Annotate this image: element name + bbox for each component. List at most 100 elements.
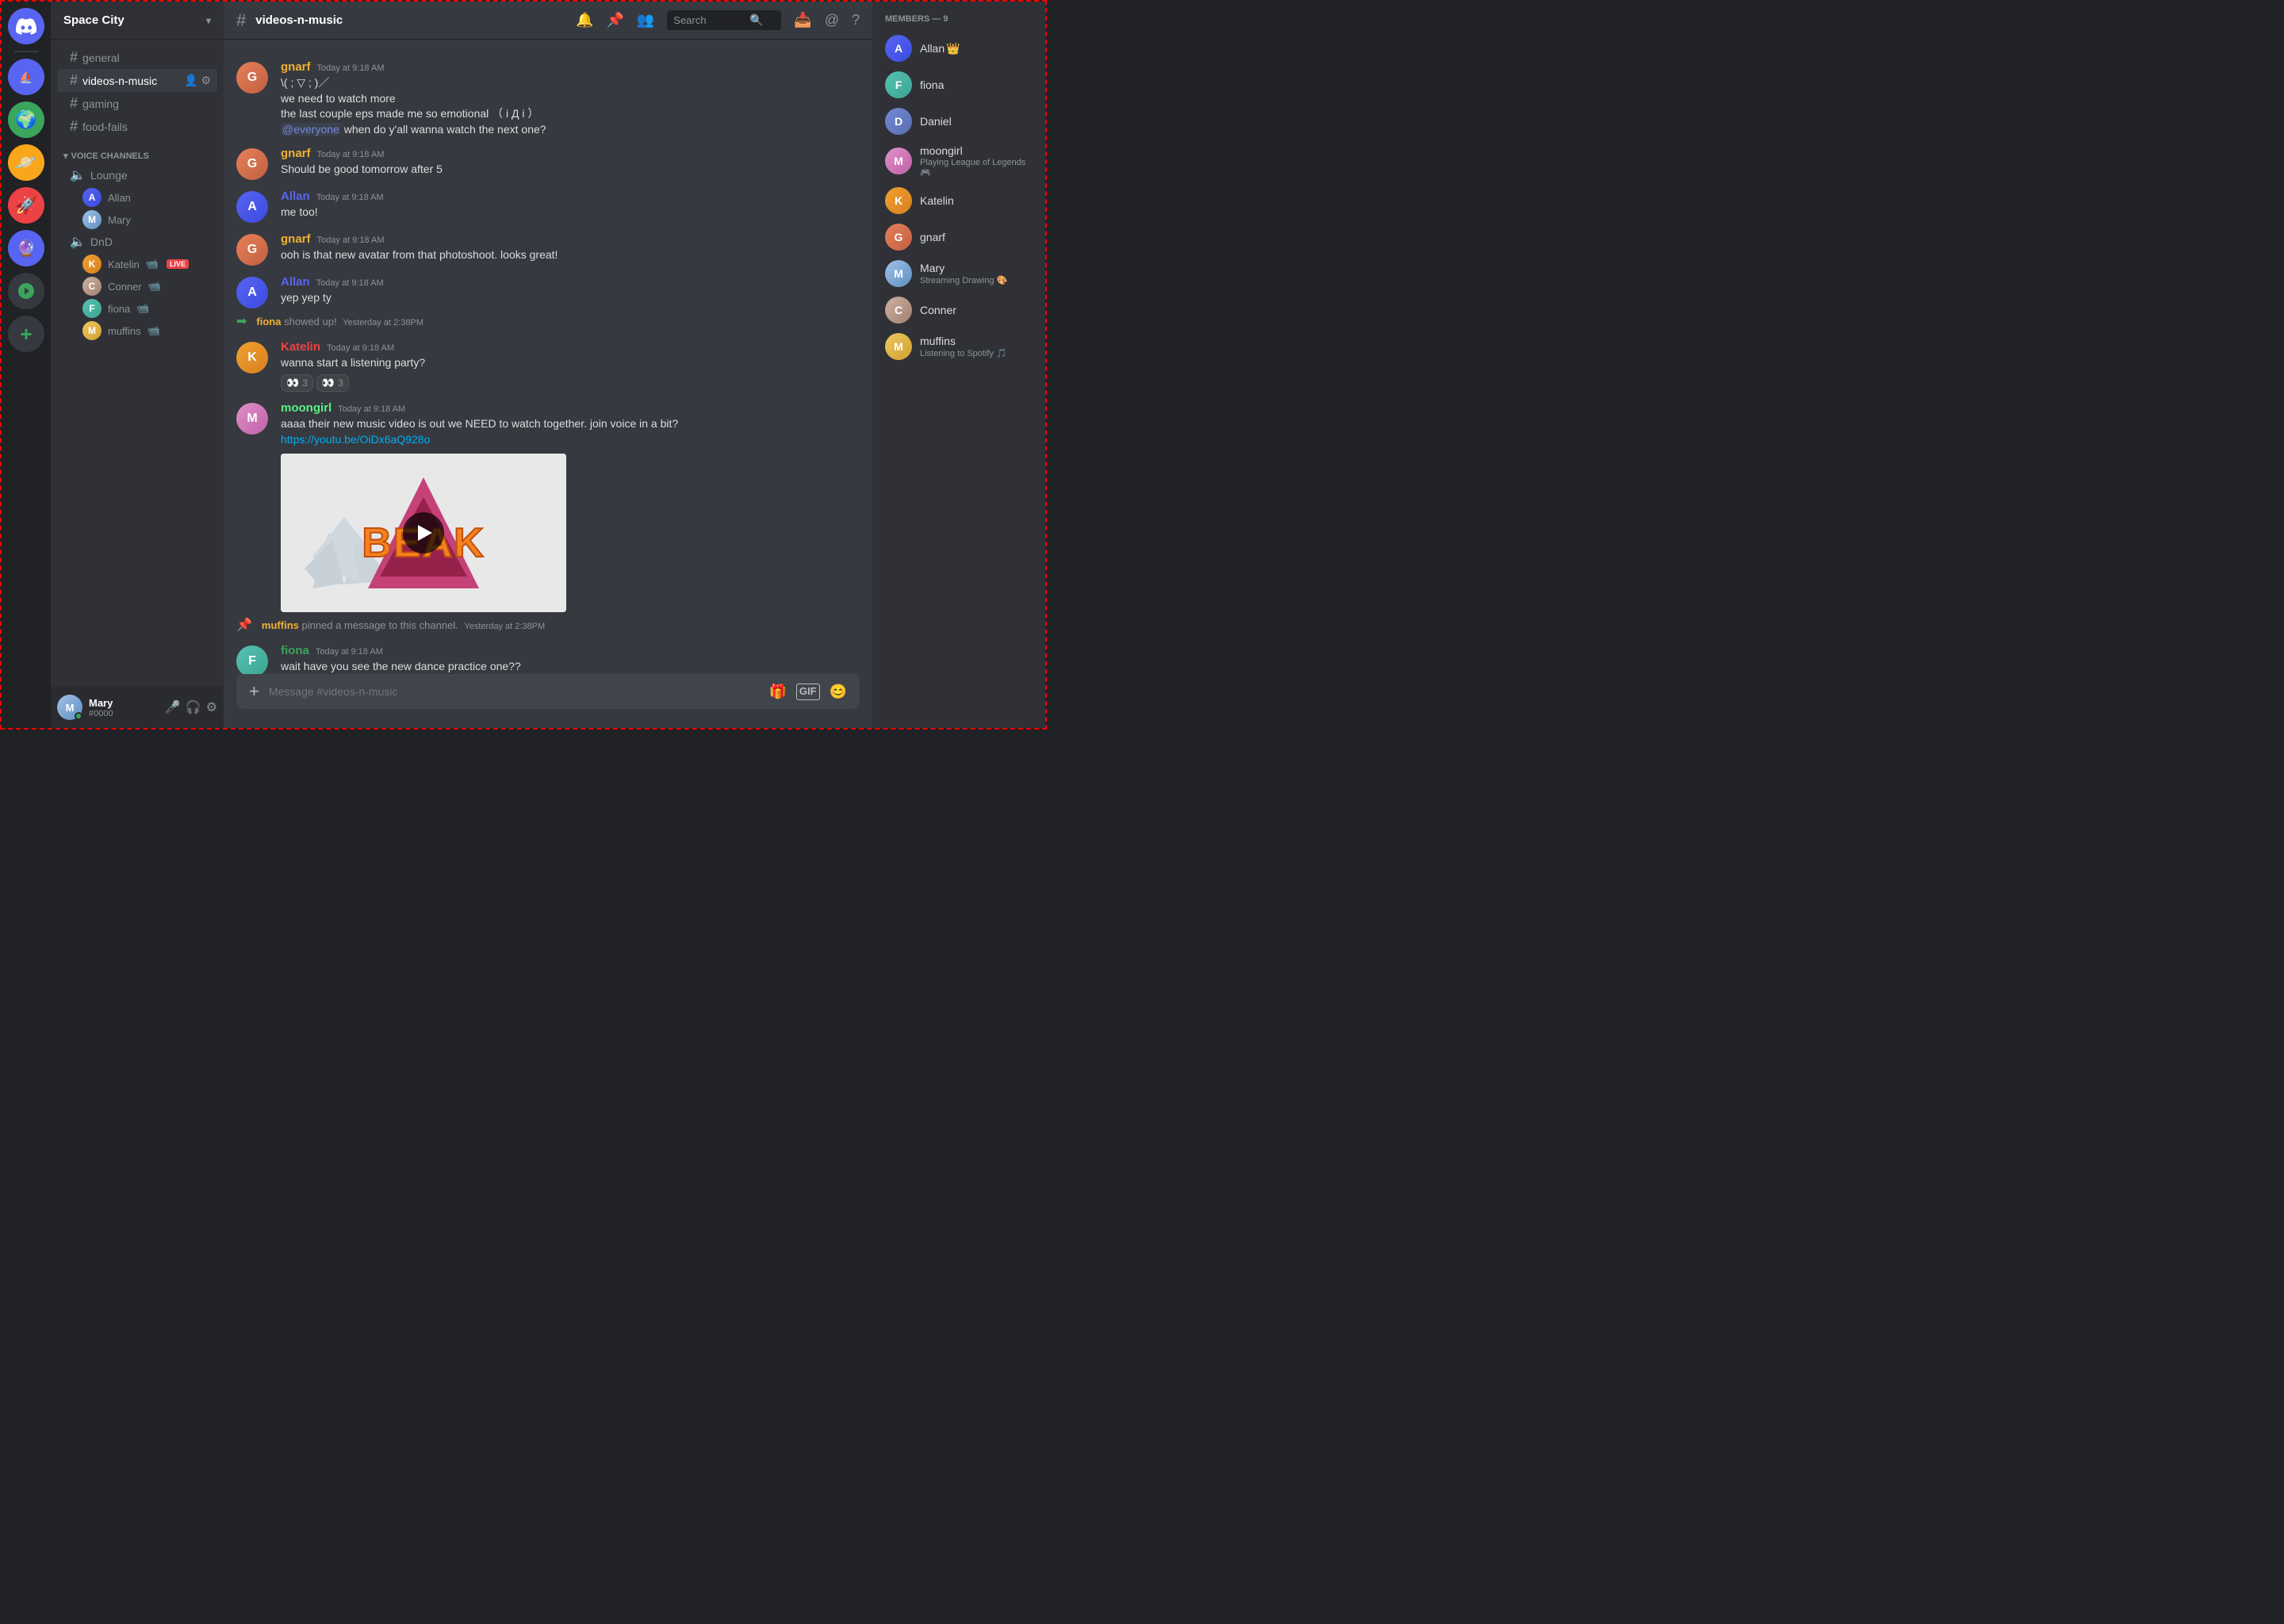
search-box[interactable]: 🔍 bbox=[667, 10, 781, 30]
voice-user-conner[interactable]: C Conner 📹 bbox=[57, 275, 217, 297]
message-header-moongirl-1: moongirl Today at 9:18 AM bbox=[281, 401, 860, 415]
voice-category-header[interactable]: ▾ VOICE CHANNELS bbox=[51, 138, 224, 164]
emoji-icon[interactable]: 😊 bbox=[830, 684, 847, 700]
message-text-allan-2: yep yep ty bbox=[281, 290, 860, 306]
mic-button[interactable]: 🎤 bbox=[165, 699, 181, 715]
members-icon[interactable]: 👥 bbox=[637, 12, 654, 29]
gift-icon[interactable]: 🎁 bbox=[768, 684, 786, 700]
system-message-text: fiona showed up! Yesterday at 2:38PM bbox=[256, 316, 423, 327]
channel-item-videos-n-music[interactable]: # videos-n-music 👤 ⚙ bbox=[57, 69, 217, 92]
member-info-moongirl: moongirl Playing League of Legends 🎮 bbox=[920, 144, 1033, 178]
headphones-button[interactable]: 🎧 bbox=[186, 699, 201, 715]
member-item-mary[interactable]: M Mary Streaming Drawing 🎨 bbox=[879, 255, 1039, 292]
server-icon-5[interactable]: 🔮 bbox=[8, 230, 44, 266]
message-text-gnarf-2a: Should be good tomorrow after 5 bbox=[281, 162, 860, 178]
reaction-eyes-1[interactable]: 👀 3 bbox=[281, 374, 313, 392]
message-author-fiona-1[interactable]: fiona bbox=[281, 644, 309, 657]
member-avatar-allan: A bbox=[885, 35, 912, 62]
message-text-gnarf-1b: we need to watch more bbox=[281, 91, 860, 107]
member-item-fiona[interactable]: F fiona bbox=[879, 67, 1039, 103]
member-item-gnarf[interactable]: G gnarf bbox=[879, 219, 1039, 255]
avatar-gnarf-2: G bbox=[236, 148, 268, 180]
add-attachment-button[interactable]: + bbox=[249, 681, 259, 702]
message-author-moongirl-1[interactable]: moongirl bbox=[281, 401, 331, 415]
video-link[interactable]: https://youtu.be/OiDx6aQ928o bbox=[281, 433, 430, 446]
channel-item-gaming[interactable]: # gaming bbox=[57, 92, 217, 115]
message-timestamp-gnarf-1: Today at 9:18 AM bbox=[317, 63, 385, 73]
member-item-katelin[interactable]: K Katelin bbox=[879, 182, 1039, 219]
inbox-icon[interactable]: 📥 bbox=[794, 12, 811, 29]
message-author-allan-2[interactable]: Allan bbox=[281, 275, 310, 289]
message-author-allan-1[interactable]: Allan bbox=[281, 190, 310, 203]
chat-input[interactable] bbox=[269, 685, 760, 698]
channel-item-food-fails[interactable]: # food-fails bbox=[57, 115, 217, 138]
message-header-gnarf-1: gnarf Today at 9:18 AM bbox=[281, 60, 860, 74]
discord-home-button[interactable] bbox=[8, 8, 44, 44]
message-author-gnarf-3[interactable]: gnarf bbox=[281, 232, 311, 246]
message-header-gnarf-2: gnarf Today at 9:18 AM bbox=[281, 147, 860, 160]
member-status-mary: Streaming Drawing 🎨 bbox=[920, 275, 1007, 285]
help-icon[interactable]: ? bbox=[852, 12, 860, 29]
system-user-fiona[interactable]: fiona bbox=[256, 316, 281, 327]
settings-icon-channel[interactable]: ⚙ bbox=[201, 74, 211, 87]
voice-user-allan[interactable]: A Allan bbox=[57, 186, 217, 209]
avatar-katelin-voice: K bbox=[82, 255, 102, 274]
speaker-icon-dnd: 🔈 bbox=[70, 234, 86, 250]
message-author-katelin-1[interactable]: Katelin bbox=[281, 340, 320, 354]
message-text-allan-1: me too! bbox=[281, 205, 860, 220]
message-author-gnarf-2[interactable]: gnarf bbox=[281, 147, 311, 160]
server-icon-1[interactable]: ⛵ bbox=[8, 59, 44, 95]
member-info-daniel: Daniel bbox=[920, 115, 952, 128]
add-server-button[interactable]: + bbox=[8, 316, 44, 352]
avatar-fiona-1: F bbox=[236, 645, 268, 674]
message-author-gnarf-1[interactable]: gnarf bbox=[281, 60, 311, 74]
server-divider bbox=[13, 51, 39, 52]
voice-user-katelin[interactable]: K Katelin 📹 LIVE bbox=[57, 253, 217, 275]
server-icon-4[interactable]: 🚀 bbox=[8, 187, 44, 224]
server-header[interactable]: Space City ▾ bbox=[51, 2, 224, 40]
message-content-allan-1: Allan Today at 9:18 AM me too! bbox=[281, 190, 860, 223]
explore-button[interactable] bbox=[8, 273, 44, 309]
member-name-katelin: Katelin bbox=[920, 194, 954, 207]
play-button[interactable] bbox=[403, 512, 444, 553]
system-user-muffins[interactable]: muffins bbox=[262, 619, 299, 631]
voice-user-fiona[interactable]: F fiona 📹 bbox=[57, 297, 217, 320]
member-item-muffins[interactable]: M muffins Listening to Spotify 🎵 bbox=[879, 328, 1039, 365]
bell-icon[interactable]: 🔔 bbox=[576, 12, 593, 29]
speaker-icon-lounge: 🔈 bbox=[70, 167, 86, 183]
system-pin-text: muffins pinned a message to this channel… bbox=[262, 619, 545, 631]
system-timestamp-fiona: Yesterday at 2:38PM bbox=[343, 318, 423, 327]
voice-user-muffins[interactable]: M muffins 📹 bbox=[57, 320, 217, 342]
server-icon-3[interactable]: 🪐 bbox=[8, 144, 44, 181]
member-item-allan[interactable]: A Allan 👑 bbox=[879, 30, 1039, 67]
server-icon-2[interactable]: 🌍 bbox=[8, 102, 44, 138]
member-item-daniel[interactable]: D Daniel bbox=[879, 103, 1039, 140]
voice-channel-lounge[interactable]: 🔈 Lounge bbox=[57, 164, 217, 186]
member-item-conner[interactable]: C Conner bbox=[879, 292, 1039, 328]
user-settings-button[interactable]: ⚙ bbox=[206, 699, 217, 715]
avatar-fiona-voice: F bbox=[82, 299, 102, 318]
avatar-gnarf-3: G bbox=[236, 234, 268, 266]
search-input[interactable] bbox=[673, 14, 745, 26]
voice-user-mary[interactable]: M Mary bbox=[57, 209, 217, 231]
avatar-muffins-voice: M bbox=[82, 321, 102, 340]
add-member-icon[interactable]: 👤 bbox=[184, 74, 197, 87]
avatar-allan-voice: A bbox=[82, 188, 102, 207]
member-info-katelin: Katelin bbox=[920, 194, 954, 207]
member-avatar-moongirl: M bbox=[885, 147, 912, 174]
pin-icon[interactable]: 📌 bbox=[606, 12, 623, 29]
message-header-fiona-1: fiona Today at 9:18 AM bbox=[281, 644, 860, 657]
chat-input-area: + 🎁 GIF 😊 bbox=[224, 674, 872, 728]
reaction-eyes-2[interactable]: 👀 3 bbox=[316, 374, 349, 392]
voice-channel-dnd[interactable]: 🔈 DnD bbox=[57, 231, 217, 253]
messages-area[interactable]: G gnarf Today at 9:18 AM \( ; ▽ ; )／ we … bbox=[224, 40, 872, 674]
mention-everyone[interactable]: @everyone bbox=[281, 123, 341, 136]
member-name-conner: Conner bbox=[920, 304, 956, 316]
at-icon[interactable]: @ bbox=[825, 12, 839, 29]
member-item-moongirl[interactable]: M moongirl Playing League of Legends 🎮 bbox=[879, 140, 1039, 182]
message-content-gnarf-1: gnarf Today at 9:18 AM \( ; ▽ ; )／ we ne… bbox=[281, 60, 860, 137]
voice-user-name-katelin: Katelin bbox=[108, 259, 140, 270]
channel-item-general[interactable]: # general bbox=[57, 46, 217, 69]
gif-button[interactable]: GIF bbox=[796, 684, 820, 700]
video-embed[interactable]: BEAK bbox=[281, 454, 566, 612]
